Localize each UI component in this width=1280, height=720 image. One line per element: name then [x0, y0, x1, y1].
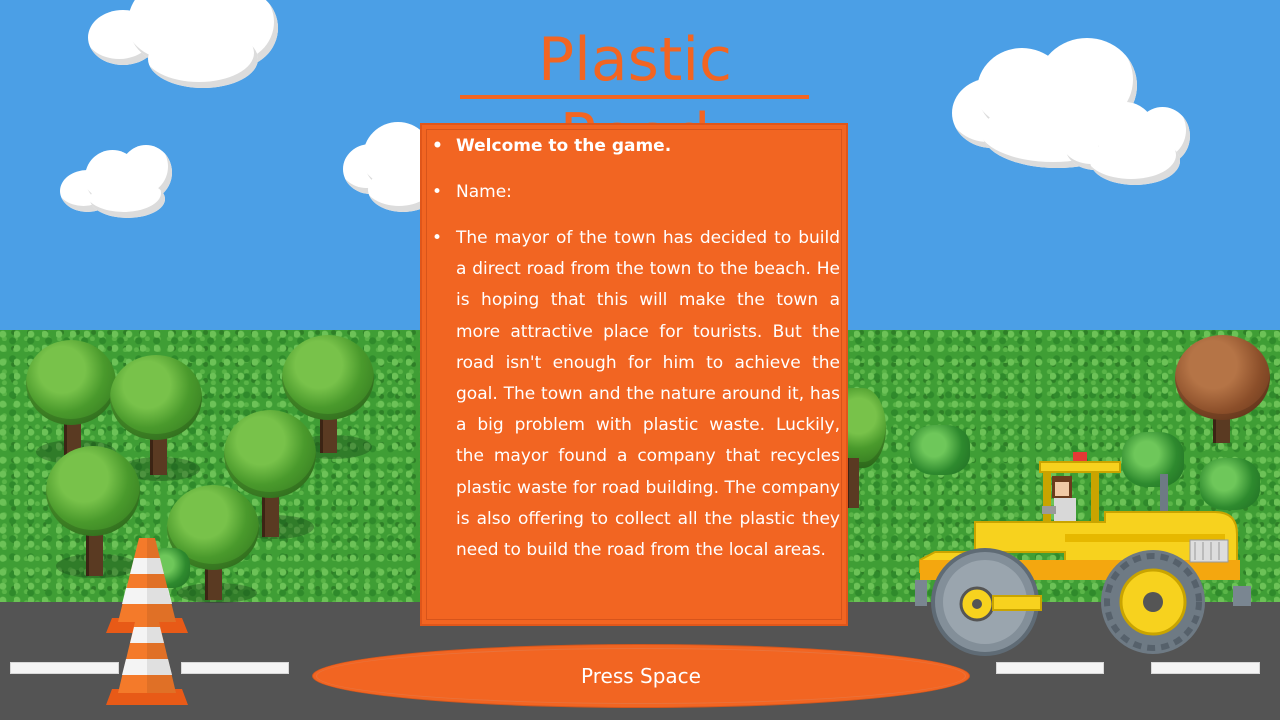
intro-item-name: • Name:: [432, 179, 840, 205]
intro-item-welcome: • Welcome to the game.: [432, 133, 840, 159]
traffic-cone: [106, 605, 188, 705]
cloud-top-left: [88, 0, 288, 88]
story-text: The mayor of the town has decided to bui…: [456, 228, 840, 561]
intro-list: • Welcome to the game. • Name: • The may…: [432, 133, 840, 566]
name-label: Name:: [456, 182, 512, 202]
welcome-text: Welcome to the game.: [456, 136, 672, 156]
game-scene: Plastic Road • Welcome to the game. • Na…: [0, 0, 1280, 720]
lane-marking: [996, 662, 1104, 674]
autumn-tree: [1175, 335, 1270, 450]
cloud-left: [60, 145, 175, 220]
lane-marking: [1151, 662, 1260, 674]
bullet-icon: •: [432, 228, 443, 248]
bullet-icon: •: [432, 136, 443, 156]
cloud-right-small: [1065, 102, 1190, 187]
bullet-icon: •: [432, 182, 443, 202]
intro-item-story: • The mayor of the town has decided to b…: [432, 223, 840, 566]
title-underline: [460, 95, 809, 99]
lane-marking: [181, 662, 289, 674]
road-roller: [915, 452, 1251, 656]
lane-marking: [10, 662, 119, 674]
press-space-button[interactable]: Press Space: [312, 644, 970, 708]
intro-panel: • Welcome to the game. • Name: • The may…: [420, 123, 848, 626]
